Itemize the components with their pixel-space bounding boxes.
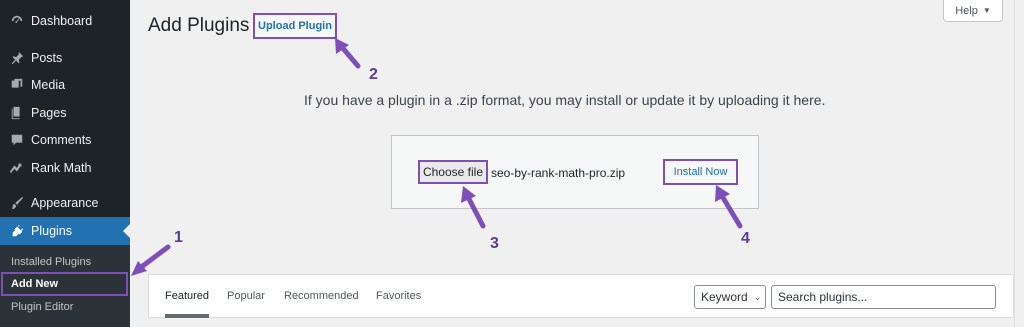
choose-file-button[interactable]: Choose file [418, 160, 488, 184]
annotation-number-2: 2 [369, 66, 378, 83]
sidebar-item-label: Appearance [31, 196, 99, 210]
plugins-icon [9, 223, 25, 239]
search-type-select[interactable]: Keyword ⌄ [694, 285, 766, 309]
tab-favorites[interactable]: Favorites [376, 290, 421, 302]
search-type-value: Keyword [701, 290, 748, 304]
help-label: Help [955, 4, 978, 17]
sidebar-item-label: Posts [31, 51, 63, 65]
sidebar-item-plugins[interactable]: Plugins [0, 217, 130, 245]
sidebar-item-label: Pages [31, 106, 67, 120]
rank-math-icon [9, 160, 25, 176]
plugin-filter-bar: Featured Popular Recommended Favorites K… [148, 274, 1014, 318]
sidebar-item-pages[interactable]: Pages [0, 99, 130, 127]
pages-icon [9, 105, 25, 121]
add-new-highlight-box [1, 272, 128, 296]
arrow-step-1 [131, 244, 171, 276]
sidebar-item-posts[interactable]: Posts [0, 44, 130, 72]
search-plugins-input[interactable] [771, 285, 996, 309]
sidebar-item-label: Dashboard [31, 14, 93, 28]
upload-description: If you have a plugin in a .zip format, y… [304, 92, 826, 108]
sidebar-item-label: Comments [31, 133, 92, 147]
sidebar-item-label: Rank Math [31, 161, 92, 175]
sidebar-item-label: Media [31, 78, 66, 92]
sidebar-item-comments[interactable]: Comments [0, 126, 130, 154]
submenu-installed-plugins[interactable]: Installed Plugins [11, 256, 91, 268]
dashboard-icon [9, 13, 25, 29]
active-menu-notch [123, 224, 130, 238]
annotation-number-1: 1 [174, 229, 183, 246]
paintbrush-icon [9, 195, 25, 211]
sidebar-item-label: Plugins [31, 224, 72, 238]
right-edge-strip [1014, 0, 1024, 327]
caret-down-icon: ▼ [982, 6, 991, 15]
annotation-number-4: 4 [741, 230, 750, 247]
install-now-button[interactable]: Install Now [663, 159, 738, 185]
sidebar-item-rank-math[interactable]: Rank Math [0, 154, 130, 182]
page-title: Add Plugins [148, 15, 250, 36]
chevron-down-icon: ⌄ [753, 291, 762, 302]
arrow-step-2 [335, 38, 361, 69]
annotation-number-3: 3 [490, 235, 499, 252]
tab-popular[interactable]: Popular [227, 290, 265, 302]
help-button[interactable]: Help ▼ [943, 0, 1003, 22]
upload-plugin-button[interactable]: Upload Plugin [253, 13, 337, 39]
submenu-plugin-editor[interactable]: Plugin Editor [11, 301, 73, 313]
sidebar-item-dashboard[interactable]: Dashboard [0, 7, 130, 35]
pin-icon [9, 50, 25, 66]
sidebar-item-appearance[interactable]: Appearance [0, 189, 130, 217]
media-icon [9, 77, 25, 93]
active-tab-indicator [165, 314, 209, 318]
upload-form: Choose file seo-by-rank-math-pro.zip Ins… [391, 135, 759, 209]
sidebar-item-media[interactable]: Media [0, 71, 130, 99]
comments-icon [9, 132, 25, 148]
tab-featured[interactable]: Featured [165, 290, 209, 302]
tab-recommended[interactable]: Recommended [284, 290, 359, 302]
selected-file-name: seo-by-rank-math-pro.zip [491, 166, 626, 180]
